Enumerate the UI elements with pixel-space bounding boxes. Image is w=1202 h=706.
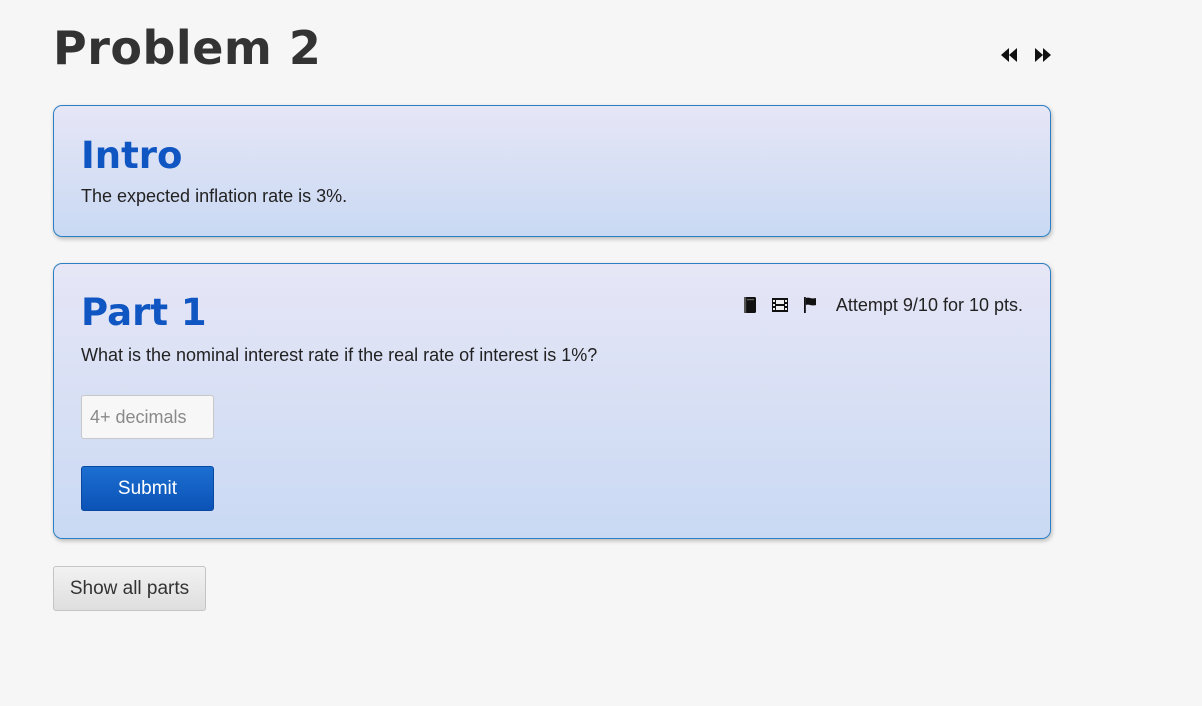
- intro-card: Intro The expected inflation rate is 3%.: [53, 105, 1051, 237]
- part-1-heading: Part 1: [81, 291, 207, 334]
- attempt-counter: Attempt 9/10 for 10 pts.: [835, 295, 1023, 315]
- fast-forward-icon: [1035, 48, 1051, 62]
- previous-problem-button[interactable]: [999, 46, 1019, 64]
- answer-input[interactable]: [81, 395, 214, 439]
- rewind-icon: [1001, 48, 1017, 62]
- part-1-toolbar: Attempt 9/10 for 10 pts.: [740, 294, 1023, 316]
- flag-button[interactable]: [800, 295, 820, 315]
- show-all-parts-button[interactable]: Show all parts: [53, 566, 206, 611]
- film-icon: [771, 298, 788, 312]
- flag-icon: [803, 297, 816, 313]
- problem-page: Problem 2 Intro The expected inflation r…: [0, 0, 1202, 706]
- part-1-card: Part 1 Attempt 9/10 for 10 pts. What is …: [53, 263, 1051, 539]
- book-button[interactable]: [740, 295, 760, 315]
- page-title: Problem 2: [53, 21, 322, 75]
- submit-button[interactable]: Submit: [81, 466, 214, 511]
- intro-text: The expected inflation rate is 3%.: [81, 186, 348, 206]
- intro-heading: Intro: [81, 134, 183, 177]
- book-icon: [743, 297, 756, 313]
- next-problem-button[interactable]: [1033, 46, 1053, 64]
- video-button[interactable]: [770, 295, 790, 315]
- problem-navigation: [999, 46, 1053, 64]
- part-1-question: What is the nominal interest rate if the…: [81, 345, 598, 365]
- problem-header: Problem 2: [53, 20, 1053, 80]
